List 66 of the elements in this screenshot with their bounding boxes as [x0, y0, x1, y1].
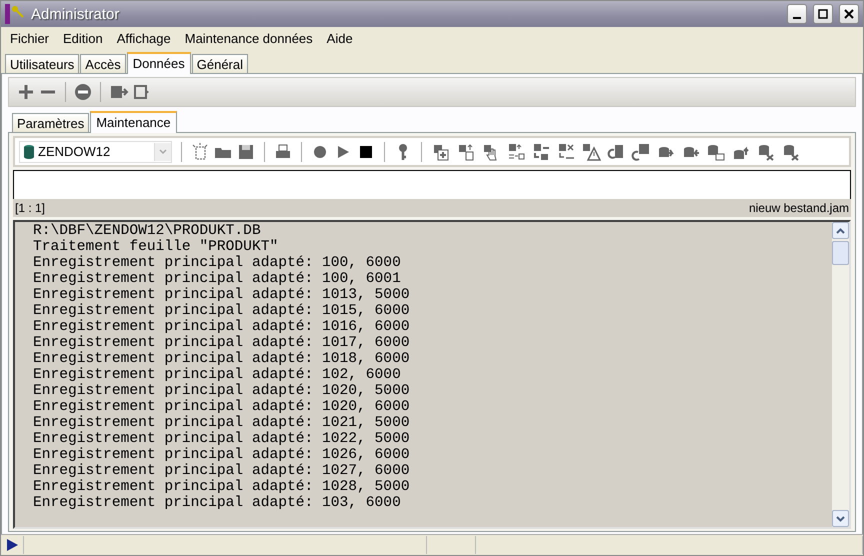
- log-line: Enregistrement principal adapté: 1015, 6000: [33, 303, 411, 319]
- log-line: Enregistrement principal adapté: 1021, 5000: [33, 415, 411, 431]
- log-line: Enregistrement principal adapté: 1018, 6000: [33, 351, 411, 367]
- maximize-icon: [818, 9, 828, 19]
- database-icon: [23, 144, 35, 160]
- log-line: Enregistrement principal adapté: 1020, 5000: [33, 383, 411, 399]
- app-key-icon: [5, 4, 25, 24]
- log-line: Enregistrement principal adapté: 1016, 6000: [33, 319, 411, 335]
- new-document-icon[interactable]: [191, 142, 209, 160]
- log-line: Enregistrement principal adapté: 1027, 6000: [33, 463, 411, 479]
- menu-item[interactable]: Maintenance données: [178, 30, 320, 46]
- tab[interactable]: Général: [192, 54, 248, 73]
- play-icon: [5, 538, 19, 552]
- menu-item[interactable]: Affichage: [110, 30, 178, 46]
- menu-item[interactable]: Fichier: [3, 30, 56, 46]
- chevron-up-icon: [836, 228, 845, 234]
- window-title: Administrator: [31, 6, 120, 22]
- log-line: Enregistrement principal adapté: 1026, 6000: [33, 447, 411, 463]
- log-line: Enregistrement principal adapté: 102, 6000: [33, 367, 402, 383]
- scroll-down-button[interactable]: [832, 510, 849, 527]
- scroll-up-button[interactable]: [832, 222, 849, 239]
- cursor-position: [1 : 1]: [15, 201, 46, 215]
- editor-area[interactable]: [13, 170, 851, 199]
- warning-icon[interactable]: [581, 142, 601, 160]
- close-icon: [844, 9, 854, 19]
- minimize-icon: [793, 17, 801, 19]
- menu-item[interactable]: Aide: [320, 30, 360, 46]
- printer-icon[interactable]: [274, 142, 292, 160]
- database-delete-icon[interactable]: [756, 142, 776, 160]
- file-name: nieuw bestand.jam: [748, 201, 849, 215]
- log-line: Enregistrement principal adapté: 100, 6001: [33, 271, 402, 287]
- menu-item[interactable]: Edition: [56, 30, 110, 46]
- tab[interactable]: Données: [126, 52, 191, 74]
- chevron-down-icon: [836, 516, 845, 522]
- log-line: Traitement feuille "PRODUKT": [33, 239, 280, 255]
- scrollbar-thumb[interactable]: [832, 241, 849, 265]
- log-line: Enregistrement principal adapté: 1017, 6000: [33, 335, 411, 351]
- tab[interactable]: Utilisateurs: [5, 54, 80, 73]
- maximize-button[interactable]: [813, 4, 833, 24]
- table-delete-icon[interactable]: [556, 142, 576, 160]
- log-line: Enregistrement principal adapté: 100, 6000: [33, 255, 402, 271]
- database-remove-icon[interactable]: [781, 142, 801, 160]
- log-line: Enregistrement principal adapté: 1028, 5000: [33, 479, 411, 495]
- add-table-icon[interactable]: [431, 142, 451, 160]
- table-minus-icon[interactable]: [531, 142, 551, 160]
- refresh-table-icon[interactable]: [631, 142, 651, 160]
- import-icon[interactable]: [109, 83, 129, 101]
- save-icon[interactable]: [237, 142, 255, 160]
- log-line: Enregistrement principal adapté: 1022, 5000: [33, 431, 411, 447]
- plus-icon[interactable]: [17, 83, 35, 101]
- close-button[interactable]: [839, 4, 859, 24]
- minimize-button[interactable]: [787, 4, 807, 24]
- database-select[interactable]: ZENDOW12: [19, 140, 172, 162]
- refresh-icon[interactable]: [606, 142, 626, 160]
- tab[interactable]: Paramètres: [12, 113, 90, 132]
- log-line: Enregistrement principal adapté: 103, 6000: [33, 495, 402, 511]
- database-table-icon[interactable]: [706, 142, 726, 160]
- dropdown-icon: [159, 148, 167, 154]
- table-move-icon[interactable]: [506, 142, 526, 160]
- log-line: Enregistrement principal adapté: 1020, 6000: [33, 399, 411, 415]
- tab[interactable]: Maintenance: [90, 111, 177, 133]
- tab[interactable]: Accès: [80, 54, 126, 73]
- log-line: R:\DBF\ZENDOW12\PRODUKT.DB: [33, 223, 262, 239]
- remove-icon[interactable]: [74, 83, 92, 101]
- table-import-icon[interactable]: [456, 142, 476, 160]
- log-line: Enregistrement principal adapté: 1013, 5000: [33, 287, 411, 303]
